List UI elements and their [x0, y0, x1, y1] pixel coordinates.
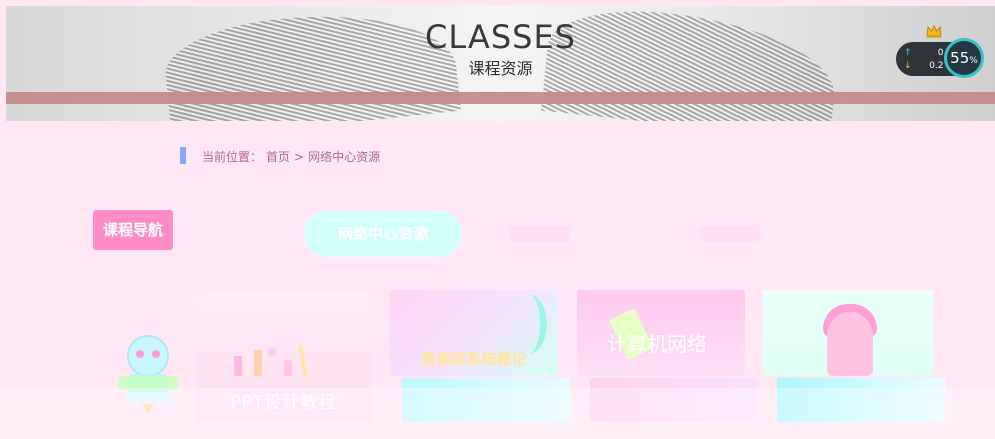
network-speed-widget[interactable]: ↑ 0 K/s ↓ 0.2 K/s 55% [896, 38, 988, 80]
ppt-doodle-icon [234, 345, 308, 377]
tab-placeholder-1[interactable] [510, 226, 570, 242]
tab-network-center-resources[interactable]: 网络中心资源 [304, 211, 462, 257]
percent-value: 55 [950, 49, 970, 67]
breadcrumb-separator: > [294, 150, 305, 164]
banner: CLASSES 课程资源 [6, 6, 995, 121]
upload-arrow-icon: ↑ [904, 48, 912, 58]
breadcrumb-label: 当前位置： [202, 150, 263, 164]
breadcrumb-home-link[interactable]: 首页 [266, 150, 290, 164]
course-card-database[interactable]: 数据库系统概论 [390, 290, 558, 376]
course-card-caption: 计算机网络 [607, 332, 707, 356]
crown-icon [926, 24, 942, 38]
course-card-caption: 数据库系统概论 [421, 350, 527, 368]
banner-subtitle: 课程资源 [468, 59, 533, 78]
breadcrumb-bar [180, 147, 186, 164]
percent-unit: % [969, 56, 978, 66]
nav-decoration: · · · [105, 262, 125, 276]
bottom-overlay [0, 388, 995, 439]
course-card-network[interactable]: 计算机网络 [577, 290, 745, 376]
course-nav-button[interactable]: 课程导航 [93, 210, 173, 250]
tab-placeholder-2[interactable] [700, 226, 760, 242]
banner-title: CLASSES [425, 18, 576, 56]
breadcrumb-text: 当前位置： 首页 > 网络中心资源 [202, 148, 384, 165]
memory-percent-circle[interactable]: 55% [944, 38, 984, 78]
lecturer-figure [827, 312, 873, 376]
breadcrumb-current[interactable]: 网络中心资源 [308, 150, 380, 164]
download-arrow-icon: ↓ [904, 61, 912, 71]
course-card-lecturer[interactable] [763, 290, 933, 376]
decorative-curve [510, 294, 547, 354]
banner-stripe [6, 92, 995, 104]
